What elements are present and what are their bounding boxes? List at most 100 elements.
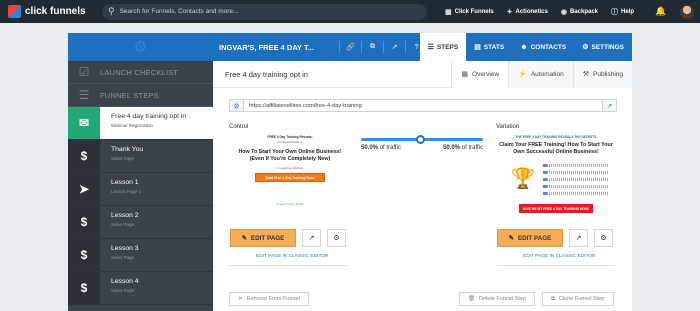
tab-settings[interactable]: ⚙ SETTINGS [574,33,632,61]
backpack-icon: ◉ [560,8,567,16]
control-label: Control [229,124,249,130]
funnel-step-item[interactable]: ✉ Free 4 day training opt in Webinar Reg… [68,107,213,140]
tab-automation[interactable]: ⚡ Automation [508,60,573,88]
tab-publishing[interactable]: ⚒ Publishing [572,60,632,88]
avatar[interactable] [680,4,695,19]
button-label: Clone Funnel Step [558,296,605,302]
sidebar-item-label: FUNNEL STEPS [100,90,159,100]
slider-handle[interactable] [416,134,425,144]
edit-classic-link[interactable]: EDIT PAGE IN CLASSIC EDITOR [523,254,596,259]
logo[interactable]: click funnels [8,5,88,18]
lightning-icon: ⚡ [518,71,527,78]
step-url[interactable]: https://affiliatesellites.com/free-4-day… [244,100,602,111]
traffic-slider[interactable] [361,134,483,144]
step-name: Free 4 day training opt in [111,113,187,120]
variation-traffic: 50.0% of traffic [443,145,483,151]
funnel-step-item[interactable]: $ Lesson 4 Sales Page [68,272,213,305]
tab-stats[interactable]: ▤ STATS [466,33,512,61]
link-icon[interactable]: 🔗 [339,41,361,53]
step-type: Sales Page [111,222,135,227]
topnav-label: Backpack [569,8,598,15]
funnel-step-item[interactable]: $ Thank You Sales Page [68,140,213,173]
topnav-label: Click Funnels [454,8,494,15]
step-name: Lesson 3 [111,245,139,252]
topnav-actionetics[interactable]: ✦ Actionetics [507,8,548,16]
step-url-bar: ⚙ https://affiliatesellites.com/free-4-d… [229,99,617,112]
preview-cta: Start Free 4 Day Training Now! [255,173,325,182]
remove-from-funnel-button[interactable]: ✕ Remove From Funnel [229,292,309,306]
step-name: Lesson 1 [111,179,139,186]
sidebar-item-funnel-steps[interactable]: ☰ FUNNEL STEPS [68,84,213,107]
step-name: Thank You [111,146,144,153]
edit-page-button[interactable]: ✎ EDIT PAGE [497,229,563,247]
gear-icon[interactable]: ⚙ [327,229,346,247]
funnel-step-item[interactable]: $ Lesson 2 Sales Page [68,206,213,239]
variation-traffic-value: 50.0% [443,145,461,151]
edit-icon: ✎ [241,234,247,242]
header-tabs: ☰ STEPS ▤ STATS ☻ CONTACTS ⚙ SETTINGS [419,33,632,61]
preview-body: 🏆 [497,161,615,198]
delete-funnel-step-button[interactable]: 🗑 Delete Funnel Step [459,292,536,306]
tab-label: STEPS [436,43,459,51]
tab-label: STATS [483,43,505,51]
topnav-label: Actionetics [515,8,548,15]
logo-text: click funnels [25,6,86,17]
bell-icon[interactable]: 🔔 [655,6,666,17]
preview-sub-text: Get Started NOW ► [277,140,303,144]
tab-contacts[interactable]: ☻ CONTACTS [512,33,574,61]
control-page-preview[interactable]: FREE 4 Day Training Reveals: Get Started… [231,133,349,228]
button-label: Remove From Funnel [246,296,300,302]
topnav-backpack[interactable]: ◉ Backpack [561,8,598,16]
step-type: Launch Page 1 [111,189,142,194]
topnav-help[interactable]: ⓘ Help [611,7,634,17]
gear-icon: ⚙ [133,39,148,56]
edit-page-button[interactable]: ✎ EDIT PAGE [230,229,296,247]
edit-classic-link[interactable]: EDIT PAGE IN CLASSIC EDITOR [256,254,329,259]
variation-label: Variation [496,124,520,130]
external-link-icon[interactable]: ↗ [569,229,588,247]
preview-top-text: FREE 4 Day Training Reveals: [267,135,313,139]
divider [229,265,347,266]
subtab-label: Overview [472,70,500,78]
preview-cta: GIVE ME MY FREE 4 DAY TRAINING NOW! [519,204,593,213]
tab-steps[interactable]: ☰ STEPS [419,33,467,61]
grid-icon: ▦ [461,71,469,78]
external-link-icon[interactable]: ↗ [602,100,616,111]
external-link-icon[interactable]: ↗ [302,229,321,247]
external-link-icon[interactable]: ↗ [383,41,405,53]
variation-page-preview[interactable]: THE FREE 4 DAY TRAINING REVEALS THE SECR… [497,133,615,228]
step-type: Sales Page [111,255,135,260]
gear-icon: ⚙ [582,44,589,51]
step-title: Free 4 day training opt in [225,69,308,79]
dollar-icon: $ [68,140,100,172]
gear-icon[interactable]: ⚙ [230,100,244,111]
dollar-icon: $ [68,272,100,304]
topnav-clickfunnels[interactable]: ▦ Click Funnels [445,8,494,16]
search-box[interactable]: ⚲ [102,3,427,20]
copy-icon[interactable]: ⧉ [361,41,383,53]
gear-icon[interactable]: ⚙ [594,229,613,247]
tab-overview[interactable]: ▦ Overview [451,60,509,88]
funnel-step-item[interactable]: ➤ Lesson 1 Launch Page 1 [68,173,213,206]
traffic-split: 50.0% of traffic 50.0% of traffic [361,133,483,151]
search-input[interactable] [119,8,410,15]
step-subtabs: ▦ Overview ⚡ Automation ⚒ Publishing [451,60,632,88]
wrench-icon: ⚒ [582,71,589,78]
traffic-suffix: of traffic [379,145,401,151]
email-icon: ✉ [68,107,100,139]
funnel-step-item[interactable]: $ Lesson 3 Sales Page [68,239,213,272]
step-name: Lesson 4 [111,278,139,285]
bar-chart-icon: ▤ [474,44,481,51]
preview-heading: Claim Your FREE Training! How To Start Y… [499,142,613,155]
list-icon: ☰ [427,44,434,51]
sidebar-item-launch-checklist[interactable]: ☑ LAUNCH CHECKLIST [68,61,213,84]
subtab-label: Automation [530,70,564,78]
users-icon: ☻ [520,43,528,51]
preview-heading: How To Start Your Own Online Business! (… [238,149,342,162]
clone-funnel-step-button[interactable]: ⧉ Clone Funnel Step [542,292,614,306]
funnel-header: INGVAR'S, FREE 4 DAY T... 🔗 ⧉ ↗ ? ☰ STEP… [213,33,632,61]
control-traffic: 50.0% of traffic [361,145,401,151]
step-type: Webinar Registration [111,123,153,128]
dollar-icon: $ [68,206,100,238]
preview-note: 1 Lead Free Webinar [276,166,304,170]
